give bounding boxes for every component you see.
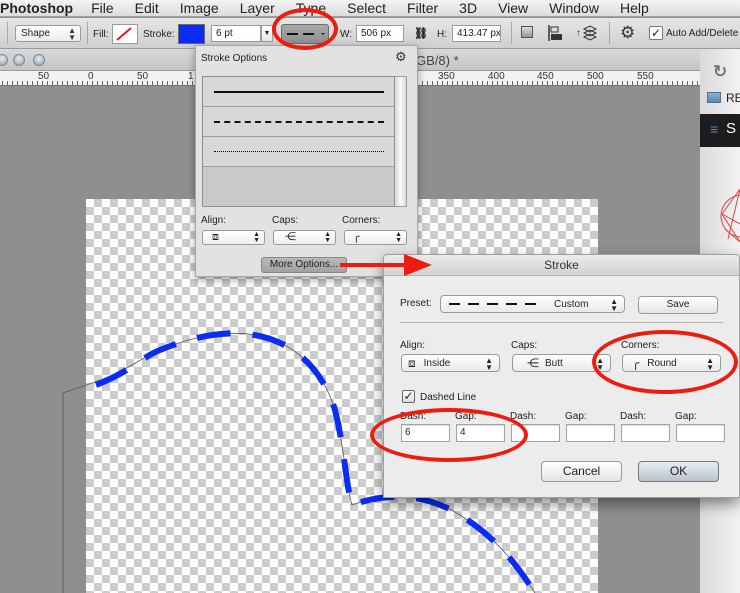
caps-label: Caps: bbox=[272, 215, 299, 226]
preset-value: Custom bbox=[554, 298, 589, 310]
caps-label: Caps: bbox=[511, 340, 538, 351]
dotted-line-icon bbox=[214, 151, 384, 152]
align-label: Align: bbox=[201, 215, 227, 226]
preset-list-scrollbar[interactable] bbox=[395, 76, 407, 207]
butt-cap-icon: ⋲ bbox=[527, 356, 539, 370]
ok-button[interactable]: OK bbox=[638, 461, 719, 482]
refresh-icon[interactable]: ↻ bbox=[713, 62, 727, 82]
gap-label: Gap: bbox=[675, 411, 697, 422]
stroke-options-popover: Stroke Options ⚙ Align: Caps: Corners: ⧈… bbox=[195, 45, 418, 277]
gap-2-field[interactable] bbox=[566, 424, 615, 442]
preset-dotted[interactable] bbox=[203, 137, 394, 167]
gap-3-field[interactable] bbox=[676, 424, 725, 442]
panel-item-label[interactable]: RE bbox=[726, 91, 740, 105]
gear-icon[interactable]: ⚙ bbox=[395, 49, 407, 65]
updown-arrow-icon: ▲ ▼ bbox=[324, 231, 331, 244]
updown-arrow-icon: ▲ ▼ bbox=[610, 297, 618, 313]
panel-header-label: S bbox=[726, 120, 737, 137]
updown-arrow-icon: ▲ ▼ bbox=[485, 356, 493, 372]
corners-select[interactable]: ╭ ▲ ▼ bbox=[344, 230, 407, 245]
divider bbox=[400, 322, 723, 323]
cancel-button[interactable]: Cancel bbox=[541, 461, 622, 482]
panel-header: ≡ S bbox=[700, 114, 740, 147]
gap-label: Gap: bbox=[565, 411, 587, 422]
save-button[interactable]: Save bbox=[638, 296, 718, 314]
updown-arrow-icon: ▲ ▼ bbox=[395, 231, 402, 244]
corners-label: Corners: bbox=[342, 215, 381, 226]
preset-solid[interactable] bbox=[203, 77, 394, 107]
caps-select[interactable]: ⋲ ▲ ▼ bbox=[273, 230, 336, 245]
list-icon: ≡ bbox=[710, 121, 719, 137]
highlight-dash-gap bbox=[370, 408, 528, 462]
highlight-corners bbox=[592, 330, 738, 394]
popover-title: Stroke Options bbox=[201, 53, 268, 64]
caps-value: Butt bbox=[545, 357, 563, 369]
highlight-stroke-type bbox=[272, 8, 338, 50]
butt-cap-icon: ⋲ bbox=[285, 231, 296, 243]
dashed-line-checkbox[interactable]: ✓ bbox=[402, 390, 415, 403]
dash-3-field[interactable] bbox=[621, 424, 670, 442]
folder-icon bbox=[707, 92, 721, 103]
dialog-title: Stroke bbox=[384, 255, 739, 276]
preset-dashed[interactable] bbox=[203, 107, 394, 137]
align-select[interactable]: ⧈ Inside ▲ ▼ bbox=[401, 354, 500, 372]
logo-graphic bbox=[720, 188, 740, 243]
align-inside-icon: ⧈ bbox=[408, 355, 416, 370]
dashed-line-icon bbox=[214, 121, 384, 123]
solid-line-icon bbox=[214, 91, 384, 93]
align-select[interactable]: ⧈ ▲ ▼ bbox=[202, 230, 265, 245]
align-inside-icon: ⧈ bbox=[212, 231, 219, 243]
more-options-button[interactable]: More Options... bbox=[261, 257, 347, 273]
align-label: Align: bbox=[400, 340, 426, 351]
align-value: Inside bbox=[423, 357, 451, 369]
preset-label: Preset: bbox=[400, 298, 432, 309]
stroke-preset-list bbox=[202, 76, 395, 207]
round-corner-icon: ╭ bbox=[353, 231, 360, 243]
dashed-line-icon bbox=[449, 303, 544, 305]
dashed-line-label: Dashed Line bbox=[420, 392, 477, 403]
annotation-arrow bbox=[340, 254, 432, 276]
dash-label: Dash: bbox=[620, 411, 647, 422]
preset-select[interactable]: Custom ▲ ▼ bbox=[440, 295, 625, 313]
updown-arrow-icon: ▲ ▼ bbox=[253, 231, 260, 244]
